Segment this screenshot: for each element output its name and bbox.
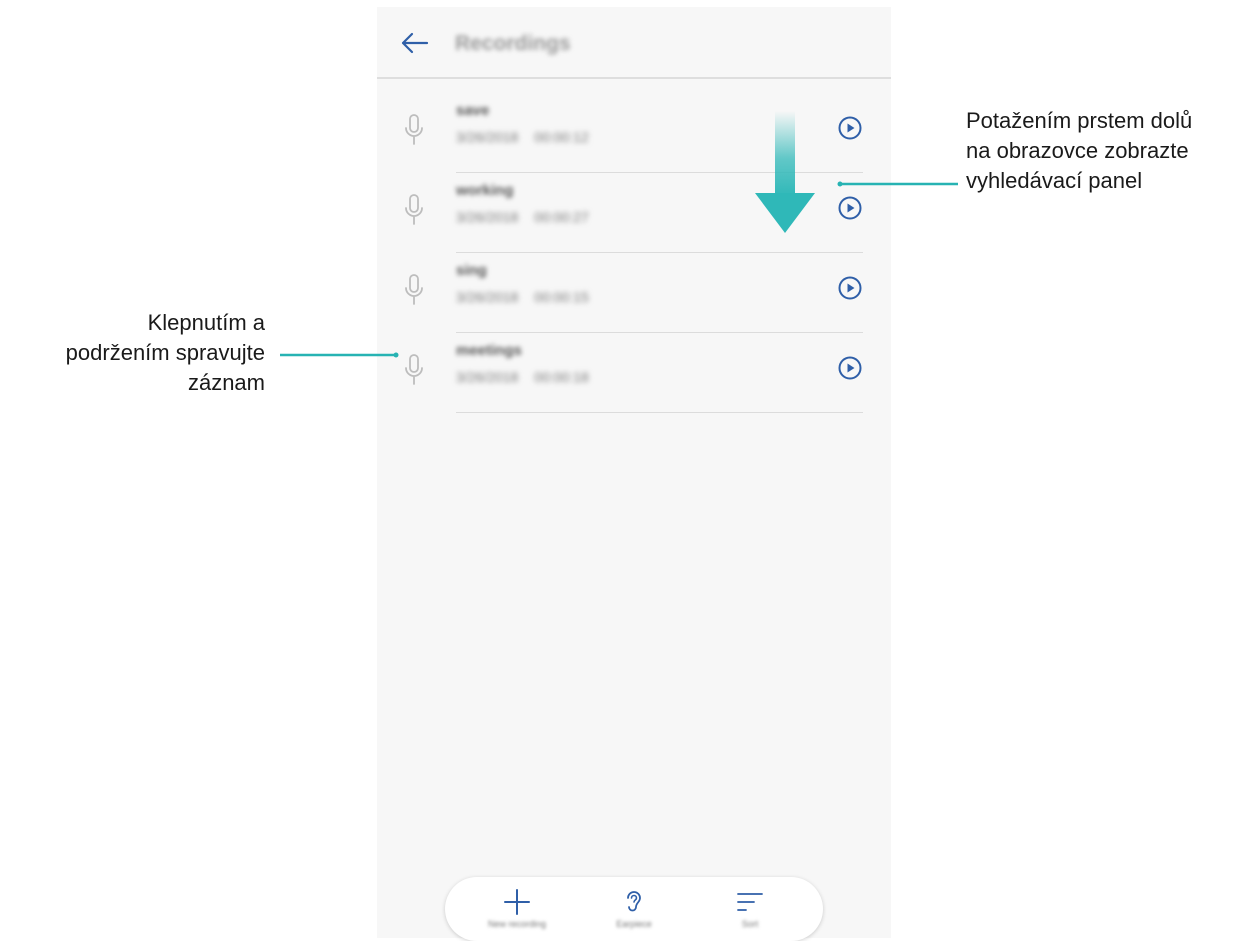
callout-line: Klepnutím a [147,310,265,335]
callout-line: vyhledávací panel [966,168,1143,193]
manage-recording-callout: Klepnutím a podržením spravujte záznam [0,308,265,398]
callout-line: Potažením prstem dolů [966,108,1193,133]
callout-line: podržením spravujte [65,340,265,365]
callout-line: na obrazovce zobrazte [966,138,1189,163]
search-bar-callout: Potažením prstem dolů na obrazovce zobra… [966,106,1192,196]
callout-line: záznam [187,370,265,395]
